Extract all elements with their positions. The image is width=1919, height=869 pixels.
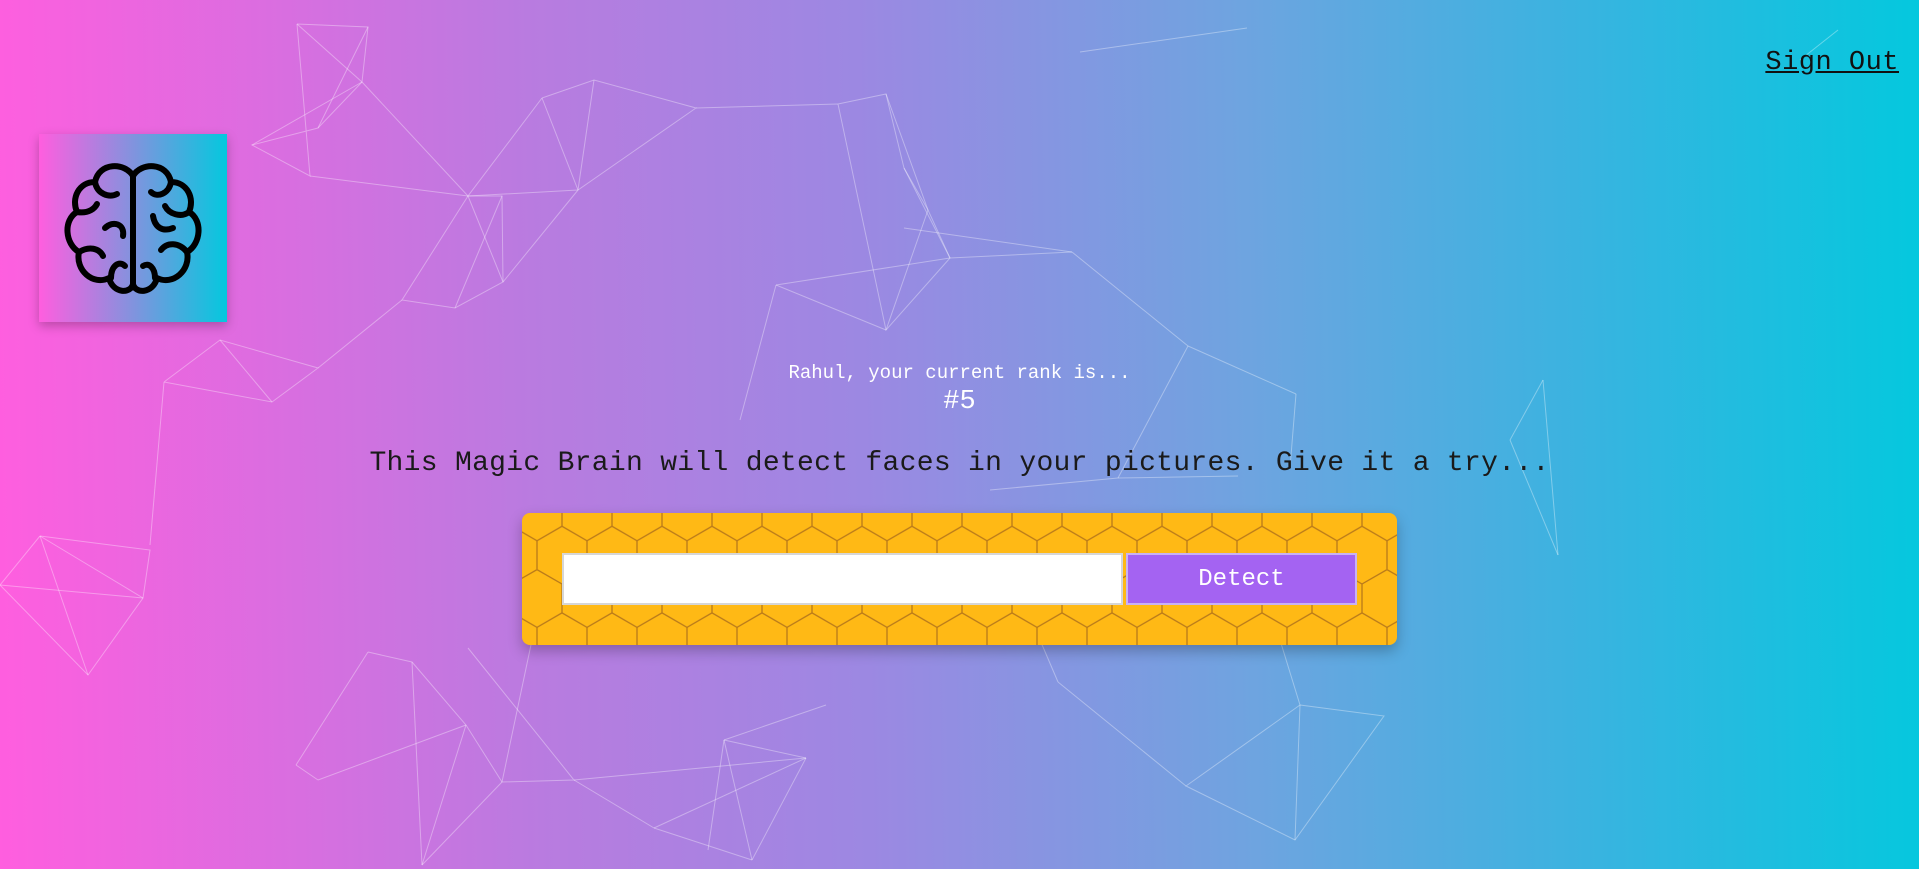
rank-value: #5 (943, 387, 976, 417)
rank-section: Rahul, your current rank is... #5 (0, 361, 1919, 419)
particle-network-background (0, 23, 1839, 866)
sign-out-link[interactable]: Sign Out (1765, 48, 1899, 78)
detect-button[interactable]: Detect (1126, 553, 1357, 605)
top-navigation: Sign Out (1765, 48, 1899, 78)
image-url-input[interactable] (562, 553, 1123, 605)
intro-text: This Magic Brain will detect faces in yo… (369, 448, 1550, 479)
rank-message: Rahul, your current rank is... (788, 362, 1131, 384)
image-link-form: Detect (522, 513, 1397, 645)
form-row: Detect (562, 553, 1360, 605)
logo[interactable] (39, 134, 227, 322)
brain-icon (64, 163, 202, 294)
